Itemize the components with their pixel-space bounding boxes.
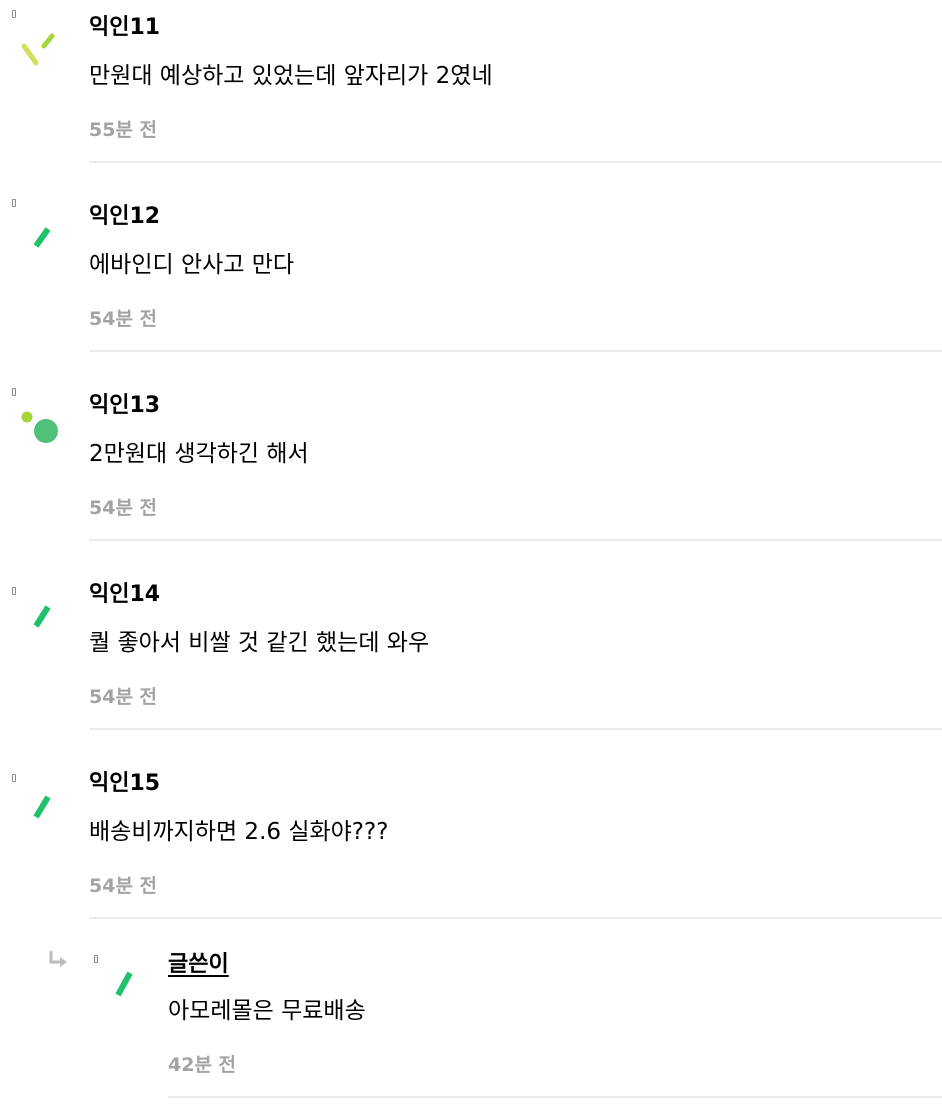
green-dash-icon (115, 971, 133, 997)
comment-text: 퀄 좋아서 비쌀 것 같긴 했는데 와우 (89, 630, 430, 656)
divider (89, 350, 942, 352)
green-dash-icon (33, 227, 51, 248)
timestamp: 54분 전 (89, 497, 158, 519)
comment-text: 만원대 예상하고 있었는데 앞자리가 2였네 (89, 63, 493, 89)
divider (89, 161, 942, 163)
divider (89, 917, 942, 919)
nickname[interactable]: 익인12 (89, 203, 160, 231)
green-dots-icon (21, 411, 58, 443)
timestamp: 54분 전 (89, 875, 158, 897)
nickname[interactable]: 익인15 (89, 770, 160, 798)
avatar[interactable] (0, 0, 60, 66)
comment-text: 배송비까지하면 2.6 실화야??? (89, 819, 389, 845)
avatar[interactable] (0, 756, 60, 819)
reply-arrow-icon (49, 951, 67, 967)
avatar[interactable] (0, 567, 60, 628)
nickname[interactable]: 익인11 (89, 14, 160, 42)
timestamp: 55분 전 (89, 119, 158, 141)
comment-text: 2만원대 생각하긴 해서 (89, 441, 309, 467)
nickname[interactable]: 익인14 (89, 581, 160, 609)
avatar[interactable] (82, 935, 142, 997)
timestamp: 42분 전 (168, 1054, 237, 1076)
divider (168, 1096, 942, 1098)
author-nickname[interactable]: 글쓴이 (168, 951, 229, 979)
timestamp: 54분 전 (89, 686, 158, 708)
divider (89, 539, 942, 541)
timestamp: 54분 전 (89, 308, 158, 330)
divider (89, 728, 942, 730)
avatar[interactable] (0, 378, 60, 443)
yellow-green-dashes-icon (21, 33, 55, 66)
nickname[interactable]: 익인13 (89, 392, 160, 420)
green-dash-icon (33, 605, 51, 628)
reply-text: 아모레몰은 무료배송 (168, 998, 366, 1024)
avatar[interactable] (0, 189, 60, 249)
comment-text: 에바인디 안사고 만다 (89, 252, 295, 278)
green-dash-icon (33, 795, 51, 819)
